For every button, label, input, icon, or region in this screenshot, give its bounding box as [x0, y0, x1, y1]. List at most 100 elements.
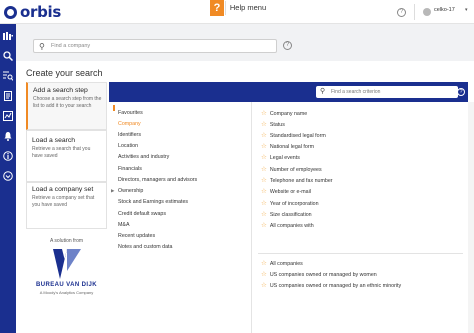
sidebar-analysis[interactable]	[0, 106, 16, 126]
category-recent-updates[interactable]: Recent updates	[118, 233, 155, 239]
sidebar-reports[interactable]	[0, 86, 16, 106]
category-credit-default-swaps[interactable]: Credit default swaps	[118, 211, 166, 217]
criterion-item[interactable]: ☆ National legal form	[261, 142, 314, 150]
chevron-down-icon[interactable]: ▾	[465, 7, 468, 13]
orbis-logo-icon	[4, 5, 17, 19]
help-menu-button[interactable]: Help menu	[225, 1, 270, 15]
category-company[interactable]: Company	[118, 121, 141, 127]
load-company-set-card[interactable]: Load a company set Retrieve a company se…	[26, 182, 107, 229]
star-icon[interactable]: ☆	[261, 166, 267, 173]
solution-from-label: A solution from	[49, 238, 84, 244]
page-title: Create your search	[26, 68, 103, 78]
star-icon[interactable]: ☆	[261, 154, 267, 161]
criterion-item[interactable]: ☆ Company name	[261, 109, 307, 117]
step-card-title: Load a company set	[32, 186, 94, 193]
category-ownership[interactable]: Ownership	[118, 188, 143, 194]
bvd-logo-icon	[53, 249, 81, 279]
bureau-van-dijk-branding: A solution from BUREAU VAN DIJK A Moody'…	[26, 233, 107, 303]
bvd-subtitle: A Moody's Analytics Company	[39, 290, 94, 295]
criterion-label: National legal form	[269, 144, 314, 150]
search-icon: ⚲	[320, 88, 326, 95]
criterion-label: Standardised legal form	[269, 133, 326, 139]
criterion-label: Legal events	[269, 155, 300, 161]
criterion-item[interactable]: ☆ Status	[261, 120, 285, 128]
chevron-right-icon[interactable]: ▶	[111, 188, 114, 194]
search-icon: ⚲	[39, 42, 45, 51]
category-stock-earnings[interactable]: Stock and Earnings estimates	[118, 199, 188, 205]
star-icon[interactable]: ☆	[261, 260, 267, 267]
step-card-description: Retrieve a company set that you have sav…	[32, 195, 95, 208]
step-card-title: Add a search step	[33, 87, 88, 94]
criterion-item[interactable]: ☆ Telephone and fax number	[261, 176, 333, 184]
help-circle-icon[interactable]: ?	[397, 8, 406, 17]
help-question-icon[interactable]: ?	[210, 0, 224, 16]
sidebar-download[interactable]	[0, 166, 16, 186]
star-icon[interactable]: ☆	[261, 132, 267, 139]
criterion-label: Status	[269, 122, 285, 128]
criterion-label: Size classification	[269, 212, 312, 218]
category-directors-managers-advisors[interactable]: Directors, managers and advisors	[118, 177, 197, 183]
star-icon[interactable]: ☆	[261, 188, 267, 195]
company-search-placeholder: Find a company	[51, 43, 91, 49]
top-bar: orbis ? Help menu ? celko-17 ▾	[0, 0, 474, 24]
active-category-marker	[113, 105, 115, 111]
criterion-label: Company name	[269, 111, 308, 117]
category-m-and-a[interactable]: M&A	[118, 222, 129, 228]
category-identifiers[interactable]: Identifiers	[118, 132, 141, 138]
criteria-group-item[interactable]: ☆ US companies owned or managed by women	[261, 270, 377, 278]
category-activities-industry[interactable]: Activities and industry	[118, 154, 169, 160]
category-favourites[interactable]: Favourites	[118, 110, 143, 116]
orbis-logo[interactable]: orbis	[4, 3, 61, 21]
document-icon	[4, 91, 12, 101]
criterion-label: Website or e-mail	[269, 189, 311, 195]
criterion-item[interactable]: ☆ Standardised legal form	[261, 131, 326, 139]
sidebar-info[interactable]	[0, 146, 16, 166]
sidebar-menu-bars[interactable]	[0, 26, 16, 46]
user-avatar[interactable]	[423, 8, 431, 16]
add-search-step-card[interactable]: Add a search step Choose a search step f…	[26, 82, 107, 130]
star-icon[interactable]: ☆	[261, 177, 267, 184]
step-card-description: Choose a search step from the list to ad…	[33, 96, 102, 109]
star-icon[interactable]: ☆	[261, 271, 267, 278]
star-icon[interactable]: ☆	[261, 200, 267, 207]
criterion-label: All companies with	[269, 223, 314, 229]
download-circle-icon	[3, 171, 13, 181]
category-notes-custom-data[interactable]: Notes and custom data	[118, 244, 172, 250]
criterion-item[interactable]: ☆ Size classification	[261, 210, 312, 218]
criterion-item[interactable]: ☆ All companies with	[261, 221, 314, 229]
sidebar-search[interactable]	[0, 46, 16, 66]
criterion-item[interactable]: ☆ Year of incorporation	[261, 199, 319, 207]
criteria-scrollbar[interactable]	[468, 102, 474, 333]
star-icon[interactable]: ☆	[261, 211, 267, 218]
criterion-item[interactable]: ☆ Number of employees	[261, 165, 322, 173]
category-financials[interactable]: Financials	[118, 166, 142, 172]
sidebar-alerts[interactable]	[0, 126, 16, 146]
help-circle-icon[interactable]: ?	[283, 41, 292, 50]
step-card-title: Load a search	[32, 137, 76, 144]
bell-icon	[4, 132, 12, 141]
criteria-group-item[interactable]: ☆ All companies	[261, 259, 303, 267]
star-icon[interactable]: ☆	[261, 110, 267, 117]
criterion-item[interactable]: ☆ Website or e-mail	[261, 187, 311, 195]
star-icon[interactable]: ☆	[261, 121, 267, 128]
criterion-label: US companies owned or managed by women	[269, 272, 377, 278]
company-search-input[interactable]: ⚲ Find a company	[33, 39, 277, 53]
criterion-label: US companies owned or managed by an ethn…	[269, 283, 402, 289]
star-icon[interactable]: ☆	[261, 282, 267, 289]
criterion-search-input[interactable]: ⚲ Find a search criterion	[316, 86, 458, 98]
user-name[interactable]: celko-17	[434, 7, 455, 13]
star-icon[interactable]: ☆	[261, 222, 267, 229]
load-search-card[interactable]: Load a search Retrieve a search that you…	[26, 130, 107, 182]
help-circle-icon[interactable]: ?	[457, 88, 465, 96]
criterion-label: All companies	[269, 261, 303, 267]
bvd-logo-text: BUREAU VAN DIJK	[36, 282, 97, 288]
sidebar-list-search[interactable]	[0, 66, 16, 86]
star-icon[interactable]: ☆	[261, 143, 267, 150]
criteria-group-item[interactable]: ☆ US companies owned or managed by an eth…	[261, 281, 401, 289]
top-bar-divider	[414, 4, 415, 20]
list-search-icon	[3, 71, 13, 81]
orbis-logo-text: orbis	[20, 3, 62, 21]
criterion-item[interactable]: ☆ Legal events	[261, 153, 300, 161]
criterion-label: Telephone and fax number	[269, 178, 333, 184]
category-location[interactable]: Location	[118, 143, 138, 149]
